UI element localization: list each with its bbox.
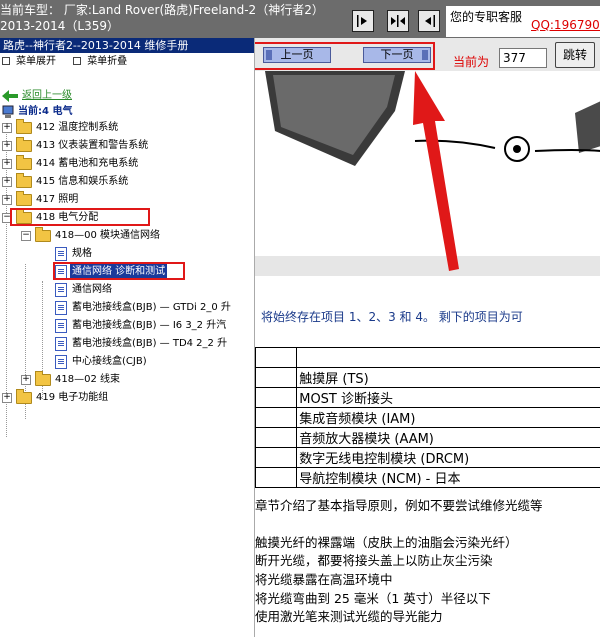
- paragraph-text: 使用激光笔来测试光缆的导光能力: [255, 609, 443, 624]
- tree-line: [6, 127, 7, 437]
- sidebar: 路虎--神行者2--2013-2014 维修手册 菜单展开 菜单折叠 返回上一级…: [0, 38, 254, 637]
- folder-icon: [16, 119, 32, 134]
- car-model-label: 当前车型： 厂家:Land Rover(路虎)Freeland-2（神行者2）2…: [0, 3, 324, 33]
- paragraph-text: 触摸光纤的裸露端（皮肤上的油脂会污染光纤）: [255, 535, 518, 550]
- panel-split-button[interactable]: [387, 10, 409, 32]
- page-number-input[interactable]: [499, 48, 547, 68]
- collapse-icon: [73, 57, 82, 65]
- service-label: 您的专职客服: [450, 10, 523, 24]
- table-row: 导航控制模块 (NCM) - 日本: [255, 467, 600, 488]
- table-row: [255, 347, 600, 368]
- folder-icon: [16, 389, 32, 404]
- panel-expand-button[interactable]: [418, 10, 440, 32]
- document-icon: [55, 301, 67, 315]
- table-row: 触摸屏 (TS): [255, 367, 600, 388]
- folder-icon: [16, 191, 32, 206]
- expand-toggle-icon[interactable]: +: [2, 393, 12, 403]
- page-toolbar: 上一页 下一页 当前为 跳转: [255, 38, 600, 71]
- document-icon: [55, 337, 67, 351]
- menu-collapse-button[interactable]: 菜单折叠: [73, 56, 127, 67]
- content-pane: 上一页 下一页 当前为 跳转 将始终存在项目 1、2、3 和 4。 剩下的项目为…: [254, 38, 600, 637]
- back-arrow-icon: [2, 90, 18, 102]
- folder-open-icon: [35, 227, 51, 242]
- top-header: 当前车型： 厂家:Land Rover(路虎)Freeland-2（神行者2）2…: [0, 0, 600, 38]
- collapse-toggle-icon[interactable]: −: [21, 231, 31, 241]
- highlight-frame: [53, 262, 185, 280]
- document-icon: [55, 247, 67, 261]
- expand-toggle-icon[interactable]: +: [2, 177, 12, 187]
- current-page-label: 当前为: [453, 55, 490, 69]
- paragraph-text: 断开光缆，都要将接头盖上以防止灰尘污染: [255, 553, 493, 568]
- folder-icon: [16, 155, 32, 170]
- expand-icon: [2, 57, 10, 65]
- expand-toggle-icon[interactable]: +: [21, 375, 31, 385]
- paragraph-text: 将光缆暴露在高温环境中: [255, 572, 393, 587]
- folder-icon: [35, 371, 51, 386]
- arrow-right-icon: [357, 15, 367, 27]
- module-table: 触摸屏 (TS) MOST 诊断接头 集成音频模块 (IAM) 音频放大器模块 …: [255, 347, 600, 488]
- red-pointer-arrow: [413, 71, 459, 271]
- highlight-frame: [10, 208, 150, 226]
- arrow-left-icon: [425, 15, 435, 27]
- table-row: MOST 诊断接头: [255, 387, 600, 408]
- folder-icon: [16, 137, 32, 152]
- intro-text: 将始终存在项目 1、2、3 和 4。 剩下的项目为可: [261, 310, 523, 324]
- wiring-diagram: [255, 71, 600, 276]
- customer-service-box: 您的专职客服 QQ:19679000: [446, 6, 600, 37]
- jump-button[interactable]: 跳转: [555, 42, 595, 68]
- qq-link[interactable]: QQ:19679000: [531, 18, 600, 32]
- document-icon: [55, 283, 67, 297]
- expand-toggle-icon[interactable]: +: [2, 123, 12, 133]
- paragraph-text: 章节介绍了基本指导原则，例如不要尝试维修光缆等: [255, 498, 543, 513]
- table-row: 集成音频模块 (IAM): [255, 407, 600, 428]
- panel-shrink-button[interactable]: [352, 10, 374, 32]
- table-row: 数字无线电控制模块 (DRCM): [255, 447, 600, 468]
- manual-title: 路虎--神行者2--2013-2014 维修手册: [0, 38, 254, 53]
- paragraph-text: 将光缆弯曲到 25 毫米（1 英寸）半径以下: [255, 591, 491, 606]
- expand-toggle-icon[interactable]: +: [2, 159, 12, 169]
- split-arrows-icon: [391, 15, 405, 27]
- expand-toggle-icon[interactable]: +: [2, 195, 12, 205]
- document-icon: [55, 319, 67, 333]
- menu-expand-button[interactable]: 菜单展开: [2, 56, 56, 67]
- folder-icon: [16, 173, 32, 188]
- table-row: 音频放大器模块 (AAM): [255, 427, 600, 448]
- menu-controls: 菜单展开 菜单折叠: [0, 53, 254, 71]
- computer-icon: [2, 105, 14, 118]
- document-icon: [55, 355, 67, 369]
- expand-toggle-icon[interactable]: +: [2, 141, 12, 151]
- highlight-frame: [255, 42, 435, 70]
